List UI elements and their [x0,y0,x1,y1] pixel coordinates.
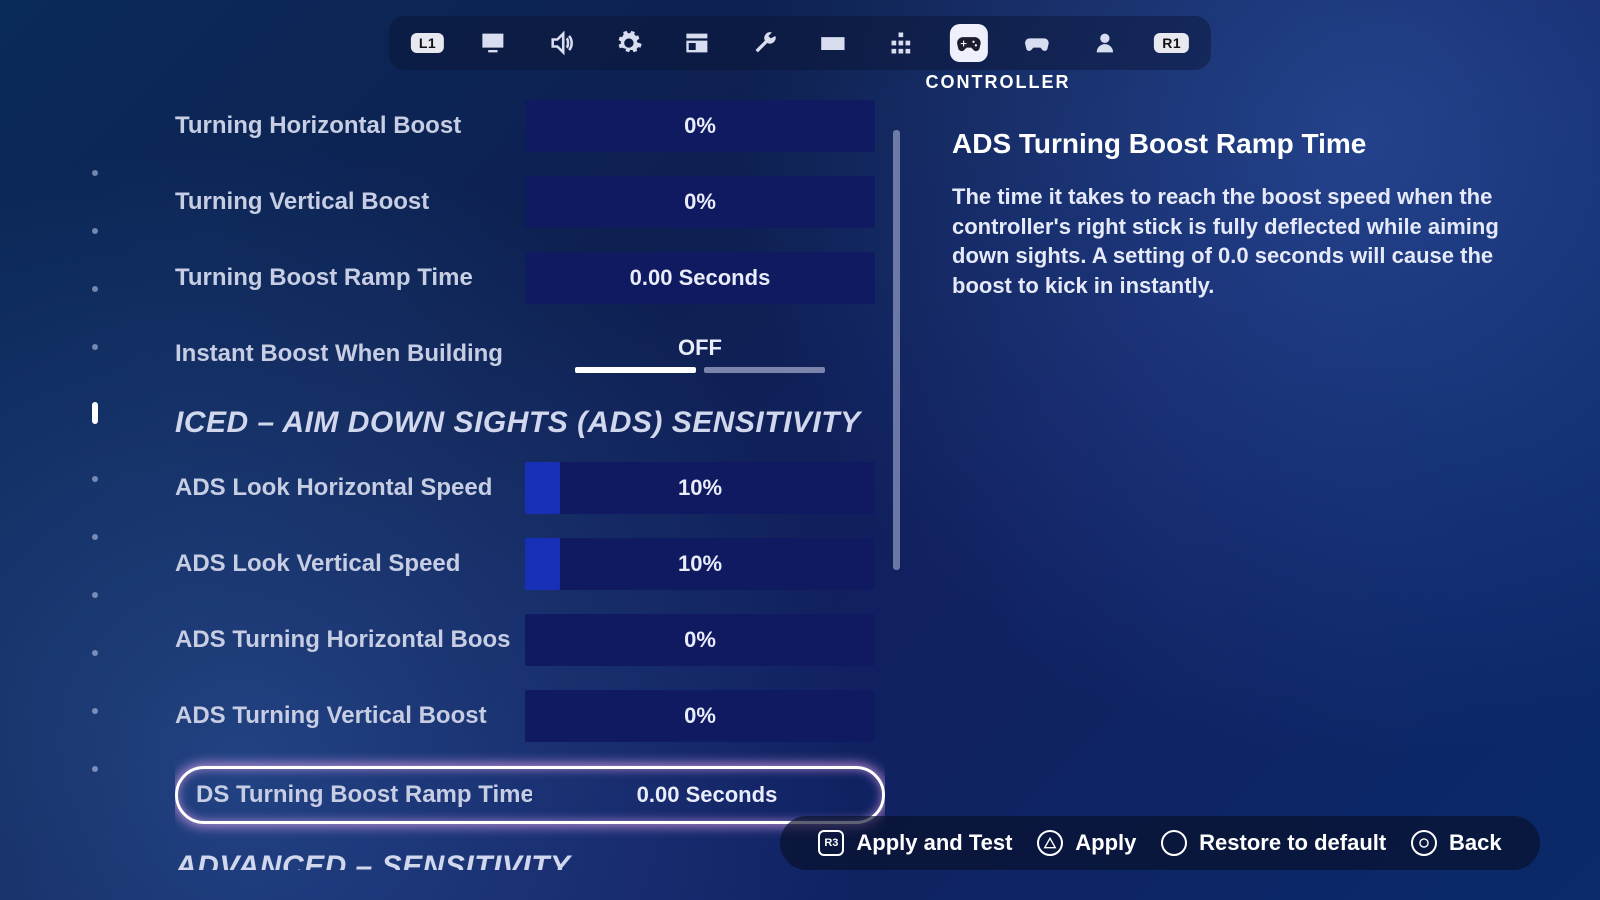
setting-label: Turning Boost Ramp Time [175,264,525,292]
tab-gear-icon[interactable] [610,24,648,62]
button-label: Restore to default [1199,830,1386,856]
triangle-glyph-icon [1037,830,1063,856]
toggle-track [575,367,825,373]
settings-scrollbar[interactable] [893,130,900,570]
setting-value: 10% [678,475,722,501]
apply-and-test-button[interactable]: R3 Apply and Test [818,830,1012,856]
slider-fill [525,538,560,590]
setting-label: ADS Look Horizontal Speed [175,474,525,502]
setting-value: 0.00 Seconds [637,782,778,808]
section-dot [92,476,98,482]
apply-button[interactable]: Apply [1037,830,1136,856]
setting-toggle[interactable]: OFF [525,328,875,380]
setting-row[interactable]: ADS Look Horizontal Speed 10% [175,462,885,514]
setting-label: Turning Vertical Boost [175,188,525,216]
tab-keyboard-icon[interactable] [814,24,852,62]
setting-value: 0% [684,703,716,729]
tab-ui-icon[interactable] [678,24,716,62]
setting-label: DS Turning Boost Ramp Time [182,781,532,809]
r3-glyph-icon: R3 [818,830,844,856]
section-dot [92,286,98,292]
tab-audio-icon[interactable] [542,24,580,62]
section-header: ADVANCED – SENSITIVITY [175,850,885,870]
setting-label: ADS Look Vertical Speed [175,550,525,578]
setting-slider[interactable]: 0% [525,100,875,152]
setting-label: Instant Boost When Building [175,340,525,368]
back-button[interactable]: Back [1411,830,1502,856]
section-dot [92,592,98,598]
setting-slider[interactable]: 0% [525,690,875,742]
setting-value: OFF [678,335,722,361]
section-dot [92,170,98,176]
tab-display-icon[interactable] [474,24,512,62]
setting-row[interactable]: Instant Boost When Building OFF [175,328,885,380]
setting-value: 0% [684,113,716,139]
info-body: The time it takes to reach the boost spe… [952,182,1512,301]
info-title: ADS Turning Boost Ramp Time [952,128,1512,160]
bumper-left-l1: L1 [411,33,444,53]
section-dot [92,708,98,714]
setting-row[interactable]: ADS Turning Vertical Boost 0% [175,690,885,742]
setting-slider[interactable]: 10% [525,462,875,514]
setting-slider[interactable]: 0% [525,614,875,666]
section-dot-current [92,402,98,424]
setting-slider[interactable]: 0.00 Seconds [525,252,875,304]
button-label: Apply [1075,830,1136,856]
setting-row[interactable]: Turning Vertical Boost 0% [175,176,885,228]
setting-value: 0.00 Seconds [630,265,771,291]
setting-row[interactable]: Turning Boost Ramp Time 0.00 Seconds [175,252,885,304]
section-dot [92,228,98,234]
slider-fill [525,462,560,514]
button-label: Apply and Test [856,830,1012,856]
active-tab-caption: CONTROLLER [926,72,1071,93]
setting-slider[interactable]: 10% [525,538,875,590]
setting-slider[interactable]: 0.00 Seconds [532,769,882,821]
setting-row[interactable]: DS Turning Boost Ramp Time 0.00 Seconds [175,766,885,824]
setting-label: ADS Turning Horizontal Boos [175,626,525,654]
section-dot [92,534,98,540]
section-header: ICED – AIM DOWN SIGHTS (ADS) SENSITIVITY [175,406,885,440]
settings-tab-bar: L1 R1 [389,16,1211,70]
circle-glyph-icon [1411,830,1437,856]
section-dot [92,650,98,656]
setting-value: 10% [678,551,722,577]
button-label: Back [1449,830,1502,856]
setting-slider[interactable]: 0% [525,176,875,228]
setting-value: 0% [684,627,716,653]
tab-grid-icon[interactable] [882,24,920,62]
setting-label: ADS Turning Vertical Boost [175,702,525,730]
tab-wrench-icon[interactable] [746,24,784,62]
square-glyph-icon [1161,830,1187,856]
tab-account-icon[interactable] [1086,24,1124,62]
bumper-right-r1: R1 [1154,33,1189,53]
section-dot-strip [92,170,98,772]
setting-row[interactable]: ADS Turning Horizontal Boos 0% [175,614,885,666]
setting-label: Turning Horizontal Boost [175,112,525,140]
setting-info-panel: ADS Turning Boost Ramp Time The time it … [952,128,1512,301]
footer-button-bar: R3 Apply and Test Apply Restore to defau… [780,816,1540,870]
section-dot [92,344,98,350]
settings-list[interactable]: Turning Horizontal Boost0%Turning Vertic… [175,100,885,870]
setting-row[interactable]: Turning Horizontal Boost 0% [175,100,885,152]
tab-controller-icon[interactable] [950,24,988,62]
section-dot [92,766,98,772]
setting-row[interactable]: ADS Look Vertical Speed 10% [175,538,885,590]
tab-gamepad-icon[interactable] [1018,24,1056,62]
restore-default-button[interactable]: Restore to default [1161,830,1386,856]
setting-value: 0% [684,189,716,215]
